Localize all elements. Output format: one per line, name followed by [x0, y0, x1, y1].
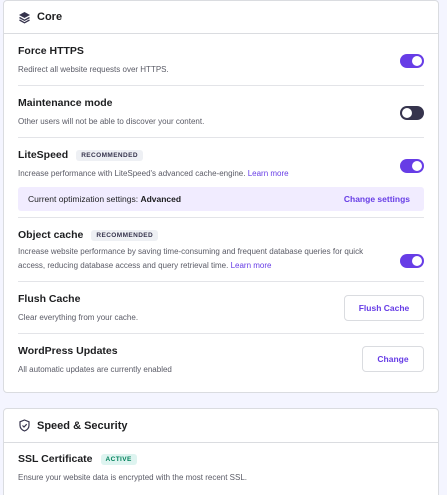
- active-badge: ACTIVE: [100, 453, 137, 465]
- ssl-row: SSL Certificate ACTIVE Ensure your websi…: [18, 443, 424, 493]
- change-updates-button[interactable]: Change: [362, 346, 424, 372]
- shield-icon: [18, 419, 31, 432]
- flush-cache-row: Flush Cache Clear everything from your c…: [18, 282, 424, 334]
- speed-security-card: Speed & Security SSL Certificate ACTIVE …: [3, 408, 439, 495]
- ssl-title: SSL Certificate: [18, 453, 93, 465]
- toggle-knob: [402, 108, 412, 118]
- force-https-title: Force HTTPS: [18, 45, 84, 57]
- force-https-toggle[interactable]: [400, 54, 424, 68]
- optimization-settings-text: Current optimization settings: Advanced: [28, 194, 181, 204]
- flush-cache-button[interactable]: Flush Cache: [344, 295, 424, 321]
- maintenance-title: Maintenance mode: [18, 97, 113, 109]
- object-cache-desc-line1: Increase website performance by saving t…: [18, 247, 364, 256]
- maintenance-row: Maintenance mode Other users will not be…: [18, 86, 424, 138]
- toggle-knob: [412, 56, 422, 66]
- core-title: Core: [37, 11, 63, 23]
- object-cache-desc-wrap: Increase website performance by saving t…: [18, 245, 424, 272]
- object-cache-toggle[interactable]: [400, 254, 424, 268]
- object-cache-learn-more-link[interactable]: Learn more: [231, 261, 272, 270]
- core-card: Core Force HTTPS Redirect all website re…: [3, 0, 439, 393]
- litespeed-desc-wrap: Increase performance with LiteSpeed's ad…: [18, 167, 424, 181]
- object-cache-desc-line2-wrap: access, reducing database access and que…: [18, 259, 424, 273]
- core-header: Core: [4, 1, 438, 34]
- change-settings-link[interactable]: Change settings: [344, 194, 410, 204]
- recommended-badge: RECOMMENDED: [76, 149, 143, 161]
- toggle-knob: [412, 161, 422, 171]
- optimization-label: Current optimization settings:: [28, 194, 139, 204]
- litespeed-learn-more-link[interactable]: Learn more: [248, 169, 289, 178]
- recommended-badge: RECOMMENDED: [91, 229, 159, 241]
- object-cache-title: Object cache: [18, 229, 84, 241]
- litespeed-title-wrap: LiteSpeed RECOMMENDED: [18, 149, 424, 161]
- ssl-title-wrap: SSL Certificate ACTIVE: [18, 453, 424, 465]
- toggle-knob: [412, 256, 422, 266]
- maintenance-toggle[interactable]: [400, 106, 424, 120]
- maintenance-desc: Other users will not be able to discover…: [18, 117, 205, 126]
- force-https-row: Force HTTPS Redirect all website request…: [18, 34, 424, 86]
- object-cache-title-wrap: Object cache RECOMMENDED: [18, 229, 424, 241]
- force-https-desc: Redirect all website requests over HTTPS…: [18, 65, 169, 74]
- wp-updates-row: WordPress Updates All automatic updates …: [18, 334, 424, 386]
- object-cache-desc-line2: access, reducing database access and que…: [18, 260, 229, 270]
- litespeed-row: LiteSpeed RECOMMENDED Increase performan…: [18, 138, 424, 218]
- object-cache-row: Object cache RECOMMENDED Increase websit…: [18, 218, 424, 282]
- litespeed-toggle[interactable]: [400, 159, 424, 173]
- optimization-settings-bar: Current optimization settings: Advanced …: [18, 187, 424, 211]
- litespeed-desc: Increase performance with LiteSpeed's ad…: [18, 169, 246, 178]
- speed-security-header: Speed & Security: [4, 409, 438, 443]
- layers-icon: [18, 11, 31, 24]
- speed-security-title: Speed & Security: [37, 419, 128, 432]
- litespeed-title: LiteSpeed: [18, 149, 69, 161]
- ssl-desc: Ensure your website data is encrypted wi…: [18, 473, 248, 482]
- optimization-value: Advanced: [140, 194, 182, 204]
